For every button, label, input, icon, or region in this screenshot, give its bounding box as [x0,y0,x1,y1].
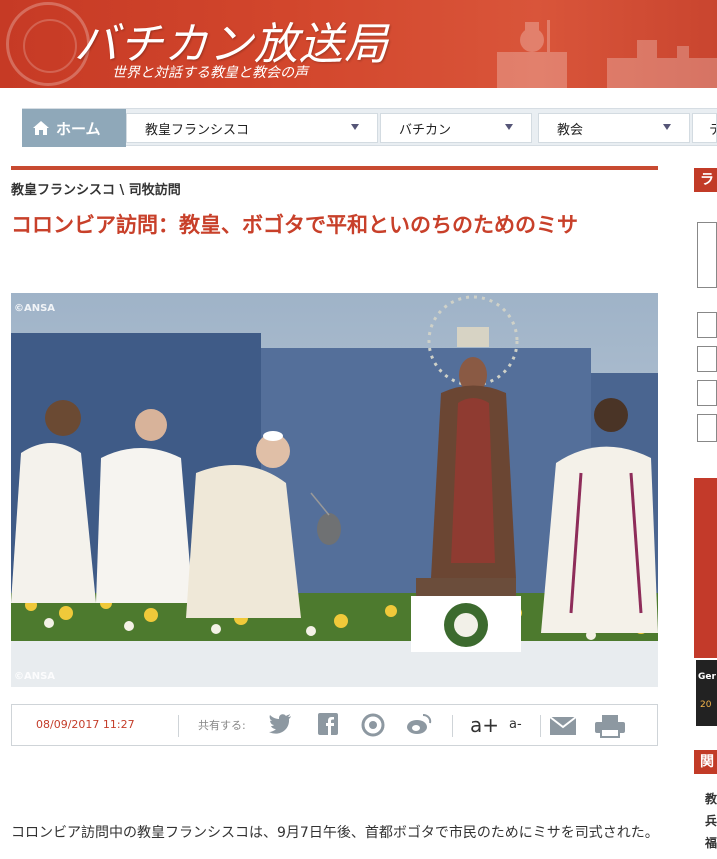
article-photo: ©ANSA ©ANSA [11,293,658,687]
site-header-banner[interactable]: バチカン放送局 世界と対話する教皇と教会の声 [0,0,717,88]
article-toolbar: 08/09/2017 11:27 共有する: a+ a- [11,704,658,746]
site-subtitle: 世界と対話する教皇と教会の声 [112,65,308,81]
nav-item-pope-francis[interactable]: 教皇フランシスコ [126,113,378,143]
nav-item-label: テ [709,119,716,138]
article-body: コロンビア訪問中の教皇フランシスコは、9月7日午後、首都ボゴタで市民のためにミサ… [11,825,659,841]
sidebar-related-list: 教 兵 福 [705,788,717,854]
font-decrease-button[interactable]: a- [509,717,522,732]
font-increase-button[interactable]: a+ [470,713,499,737]
sidebar-related-item[interactable]: 兵 [705,810,717,832]
article-date: 08/09/2017 11:27 [36,718,135,731]
photo-credit-top: ©ANSA [14,303,56,314]
nav-home-label: ホーム [56,119,101,138]
photo-credit-bottom: ©ANSA [14,671,56,682]
sidebar-caption-text: Ger [698,672,716,682]
nav-item-vatican[interactable]: バチカン [380,113,532,143]
sidebar-button[interactable] [697,414,717,442]
sidebar-button[interactable] [697,346,717,372]
article-top-rule [11,166,658,170]
twitter-icon[interactable] [268,713,292,735]
nav-item-label: 教皇フランシスコ [145,122,250,138]
nav-item-label: 教会 [557,122,584,138]
chevron-down-icon [505,124,513,130]
sidebar-related-item[interactable]: 教 [705,788,717,810]
sidebar-promo-image[interactable] [694,478,717,658]
facebook-icon[interactable] [318,713,338,735]
sidebar-related-item[interactable]: 福 [705,832,717,854]
breadcrumb[interactable]: 教皇フランシスコ \ 司牧訪問 [11,179,181,198]
google-plus-icon[interactable] [361,713,385,737]
sidebar-heading-top: ラ [694,168,717,192]
nav-item-church[interactable]: 教会 [538,113,690,143]
article-headline: コロンビア訪問：教皇、ボゴタで平和といのちのためのミサ [11,213,578,237]
main-nav: ホーム 教皇フランシスコ バチカン 教会 テ [22,108,717,147]
sidebar-button[interactable] [697,380,717,406]
sidebar-widget-box [697,222,717,288]
email-icon[interactable] [549,716,577,736]
toolbar-divider [540,715,541,737]
weibo-icon[interactable] [406,713,432,735]
toolbar-divider [452,715,453,737]
mass-photo-illustration [11,293,658,687]
nav-item-theme[interactable]: テ [692,113,717,143]
print-icon[interactable] [594,714,626,738]
sidebar-caption-panel: Ger 20 [696,660,717,726]
home-icon [33,121,49,135]
sidebar-heading-related: 関 [694,750,717,774]
chevron-down-icon [663,124,671,130]
chevron-down-icon [351,124,359,130]
nav-item-label: バチカン [399,122,452,138]
nav-home-button[interactable]: ホーム [22,109,126,147]
sidebar-date-text: 20 [700,700,712,710]
sidebar-button[interactable] [697,312,717,338]
papal-silhouette-decoration [497,20,717,88]
share-label: 共有する: [198,719,246,732]
toolbar-divider [178,715,179,737]
